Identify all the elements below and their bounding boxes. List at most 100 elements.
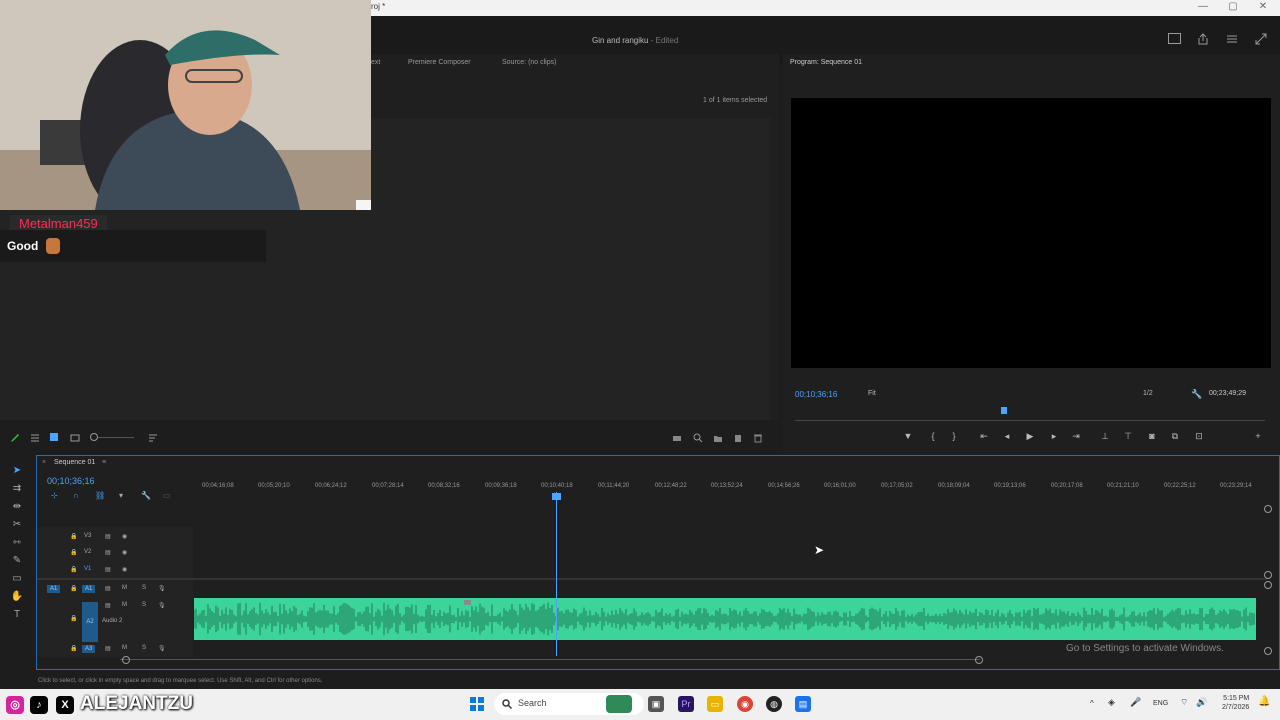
step-back-icon[interactable]: ◂	[1000, 431, 1014, 442]
zoom-slider[interactable]	[98, 437, 134, 438]
sequence-menu-icon[interactable]: ≡	[102, 459, 106, 466]
program-timecode[interactable]: 00;10;36;16	[795, 390, 837, 399]
layout-icon[interactable]	[1168, 33, 1181, 44]
export-frame-icon[interactable]: ◙	[1145, 431, 1159, 441]
vertical-scroll-handle[interactable]	[1264, 581, 1272, 589]
step-forward-icon[interactable]: ▸	[1047, 431, 1061, 442]
eye-icon[interactable]: ◉	[122, 566, 127, 573]
sync-lock-icon[interactable]: ▤	[105, 645, 111, 652]
lock-icon[interactable]: 🔒	[70, 566, 77, 573]
tray-chevron-icon[interactable]: ^	[1090, 699, 1094, 708]
ripple-edit-tool-icon[interactable]: ⇹	[9, 501, 25, 515]
file-explorer-icon[interactable]: ▭	[707, 696, 723, 712]
track-label-a2[interactable]: A2	[82, 602, 98, 642]
program-scrubber[interactable]	[795, 420, 1265, 421]
eye-icon[interactable]: ◉	[122, 549, 127, 556]
taskbar-clock[interactable]: 5:15 PM 2/7/2026	[1222, 694, 1249, 712]
resolution-dropdown[interactable]: 1/2	[1143, 390, 1153, 397]
menu-icon[interactable]	[1226, 33, 1238, 45]
tab-text[interactable]: ext	[371, 59, 380, 66]
solo-button[interactable]: S	[142, 602, 146, 608]
sort-icon[interactable]	[148, 433, 158, 443]
maximize-button[interactable]: ▢	[1218, 1, 1248, 12]
program-monitor-display[interactable]	[791, 98, 1271, 368]
automate-sequence-icon[interactable]	[672, 433, 682, 443]
audio-clip[interactable]	[194, 598, 1256, 640]
sync-lock-icon[interactable]: ▤	[105, 549, 111, 556]
mute-button[interactable]: M	[122, 585, 127, 591]
chrome-icon[interactable]: ◉	[737, 696, 753, 712]
language-indicator[interactable]: ENG	[1153, 700, 1168, 707]
lock-icon[interactable]: 🔒	[70, 533, 77, 540]
list-view-icon[interactable]	[30, 433, 40, 443]
network-tray-icon[interactable]: ◈	[1108, 697, 1115, 708]
lock-icon[interactable]: 🔒	[70, 585, 77, 592]
add-marker-timeline-icon[interactable]: ▾	[119, 491, 123, 500]
hand-tool-icon[interactable]: ✋	[9, 591, 25, 605]
play-icon[interactable]: ▶	[1023, 431, 1037, 442]
selection-tool-icon[interactable]: ➤	[9, 465, 25, 479]
slip-tool-icon[interactable]: ⇿	[9, 537, 25, 551]
task-view-icon[interactable]: ▣	[648, 696, 664, 712]
go-to-out-icon[interactable]: ⇥	[1069, 431, 1083, 442]
track-label-a1[interactable]: A1	[82, 585, 96, 593]
lift-icon[interactable]: ⊥	[1098, 431, 1112, 442]
zoom-slider-handle[interactable]	[90, 433, 98, 441]
scroll-handle-left[interactable]	[122, 656, 130, 664]
track-label-v2[interactable]: V2	[84, 549, 91, 555]
fit-dropdown[interactable]: Fit	[868, 390, 876, 397]
timeline-horizontal-scrollbar[interactable]	[120, 659, 980, 660]
new-item-icon[interactable]	[733, 433, 743, 443]
close-sequence-icon[interactable]: ×	[42, 459, 46, 466]
icon-view-icon[interactable]	[50, 433, 58, 441]
timeline-playhead-line[interactable]	[556, 492, 557, 656]
tab-program-monitor[interactable]: Program: Sequence 01	[790, 59, 862, 66]
vertical-scroll-handle[interactable]	[1264, 571, 1272, 579]
vertical-scroll-handle[interactable]	[1264, 647, 1272, 655]
nest-icon[interactable]: ⊹	[51, 491, 58, 500]
tab-sequence[interactable]: Sequence 01	[54, 459, 95, 466]
pencil-icon[interactable]	[10, 433, 20, 443]
app-icon[interactable]: ▤	[795, 696, 811, 712]
mic-icon[interactable]: 🎙	[158, 602, 166, 609]
solo-button[interactable]: S	[142, 585, 146, 591]
track-label-a3[interactable]: A3	[82, 645, 96, 653]
sync-lock-icon[interactable]: ▤	[105, 602, 111, 609]
solo-button[interactable]: S	[142, 645, 146, 651]
mute-button[interactable]: M	[122, 645, 127, 651]
comparison-view-icon[interactable]: ⧉	[1168, 431, 1182, 442]
share-icon[interactable]	[1197, 33, 1209, 45]
fullscreen-icon[interactable]	[1255, 33, 1267, 45]
sync-lock-icon[interactable]: ▤	[105, 533, 111, 540]
type-tool-icon[interactable]: T	[9, 609, 25, 623]
lock-icon[interactable]: 🔒	[70, 549, 77, 556]
wifi-icon[interactable]: ⌔	[1180, 697, 1188, 708]
freeform-view-icon[interactable]	[70, 433, 80, 443]
lock-icon[interactable]: 🔒	[70, 645, 77, 652]
sync-lock-icon[interactable]: ▤	[105, 585, 111, 592]
timeline-playhead[interactable]	[552, 493, 561, 500]
close-button[interactable]: ✕	[1248, 1, 1278, 12]
add-marker-icon[interactable]: ▼	[901, 431, 915, 441]
mark-in-icon[interactable]: {	[926, 431, 940, 441]
microphone-tray-icon[interactable]: 🎤	[1130, 697, 1141, 708]
add-button-icon[interactable]: +	[1251, 431, 1265, 441]
captions-icon[interactable]: ▭	[163, 491, 171, 500]
track-divider[interactable]	[37, 578, 1267, 580]
snap-icon[interactable]: ∩	[73, 491, 79, 500]
minimize-button[interactable]: —	[1188, 1, 1218, 12]
project-bin-area[interactable]	[371, 118, 771, 420]
scroll-handle-right[interactable]	[975, 656, 983, 664]
wrench-icon[interactable]: 🔧	[1191, 389, 1202, 400]
new-bin-icon[interactable]	[713, 433, 723, 443]
taskbar-search[interactable]: Search	[494, 693, 644, 715]
track-label-v1[interactable]: V1	[84, 566, 91, 572]
pen-tool-icon[interactable]: ✎	[9, 555, 25, 569]
program-playhead[interactable]	[1001, 407, 1008, 414]
timeline-settings-icon[interactable]: 🔧	[141, 491, 151, 500]
mic-icon[interactable]: 🎙	[158, 645, 166, 652]
go-to-in-icon[interactable]: ⇤	[977, 431, 991, 442]
tab-source[interactable]: Source: (no clips)	[502, 59, 556, 66]
volume-icon[interactable]: 🔊	[1196, 697, 1207, 708]
vr-video-icon[interactable]: ⊡	[1192, 431, 1206, 442]
